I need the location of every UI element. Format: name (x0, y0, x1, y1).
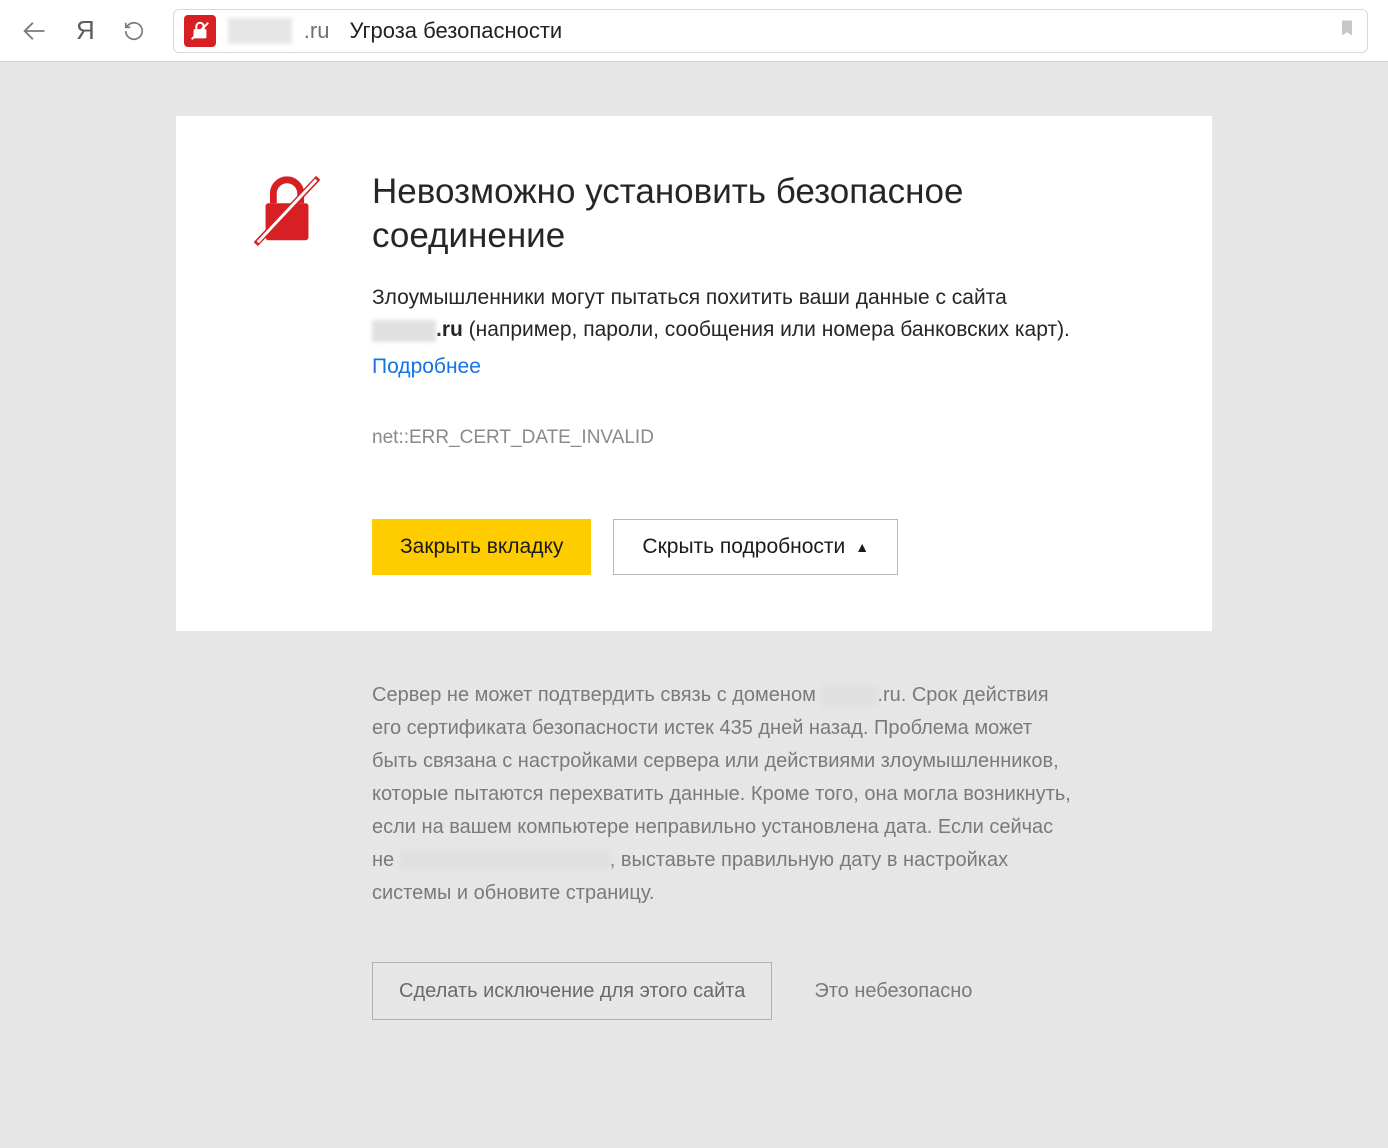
back-button[interactable] (20, 17, 48, 45)
chevron-up-icon: ▲ (855, 539, 869, 555)
details-part2: . Срок действия его сертификата безопасн… (372, 684, 1071, 871)
error-code: net::ERR_CERT_DATE_INVALID (372, 427, 1140, 449)
reload-button[interactable] (123, 20, 145, 42)
unsafe-link[interactable]: Это небезопасно (814, 980, 972, 1003)
details-panel: Сервер не может подтвердить связь с доме… (176, 631, 1212, 1078)
hide-details-label: Скрыть подробности (642, 535, 845, 559)
warning-buttons: Закрыть вкладку Скрыть подробности ▲ (372, 519, 1140, 575)
warning-header: Невозможно установить безопасное соедине… (248, 170, 1140, 258)
make-exception-button[interactable]: Сделать исключение для этого сайта (372, 962, 772, 1020)
warning-card: Невозможно установить безопасное соедине… (176, 116, 1212, 631)
blurred-domain-details (821, 686, 877, 706)
close-tab-button[interactable]: Закрыть вкладку (372, 519, 591, 575)
hide-details-button[interactable]: Скрыть подробности ▲ (613, 519, 898, 575)
warning-domain-suffix: .ru (436, 318, 463, 341)
more-details-link[interactable]: Подробнее (372, 351, 481, 384)
details-text: Сервер не может подтвердить связь с доме… (372, 679, 1072, 910)
page-content: Невозможно установить безопасное соедине… (0, 62, 1388, 1078)
address-bar[interactable]: .ru Угроза безопасности (173, 9, 1368, 53)
address-domain-blurred (228, 18, 292, 44)
blurred-domain (372, 320, 436, 342)
warning-body-after: (например, пароли, сообщения или номера … (463, 318, 1070, 341)
blurred-date (400, 851, 610, 871)
warning-body-before: Злоумышленники могут пытаться похитить в… (372, 286, 1007, 309)
details-domain-suffix: .ru (877, 684, 900, 706)
browser-toolbar: Я .ru Угроза безопасности (0, 0, 1388, 62)
yandex-home-button[interactable]: Я (76, 15, 95, 46)
insecure-lock-icon (248, 170, 326, 252)
details-buttons: Сделать исключение для этого сайта Это н… (372, 962, 1140, 1020)
tab-title: Угроза безопасности (349, 18, 562, 44)
warning-body: Злоумышленники могут пытаться похитить в… (372, 282, 1140, 384)
details-part1: Сервер не может подтвердить связь с доме… (372, 684, 821, 706)
warning-title: Невозможно установить безопасное соедине… (372, 170, 1092, 258)
security-warning-icon (184, 15, 216, 47)
address-domain-suffix: .ru (304, 18, 330, 44)
bookmark-icon[interactable] (1337, 17, 1357, 44)
